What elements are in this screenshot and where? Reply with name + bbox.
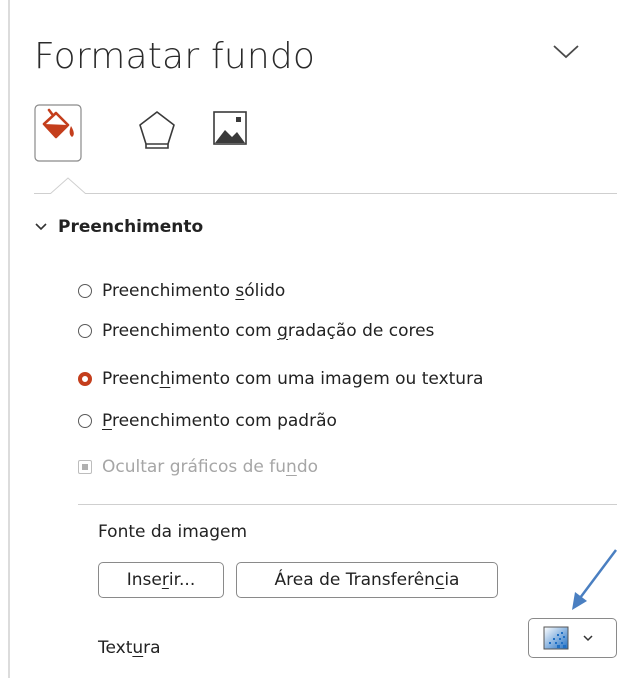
texture-swatch-icon	[543, 626, 569, 650]
section-fill-header[interactable]: Preenchimento	[34, 212, 203, 242]
tab-bar-divider	[34, 193, 617, 194]
panel-title: Formatar fundo	[34, 36, 316, 77]
texture-label: Textura	[98, 638, 161, 658]
chevron-down-icon	[553, 45, 579, 59]
clipboard-button[interactable]: Área de Transferên c ia	[236, 562, 498, 598]
option-label: Preenchimento com uma imagem ou textura	[102, 369, 484, 389]
option-label: Preenchimento com gradação de cores	[102, 321, 435, 341]
option-picture-texture-fill[interactable]: Preenchimento com uma imagem ou textura	[78, 364, 483, 394]
section-divider	[78, 504, 617, 505]
checkbox[interactable]	[78, 460, 92, 474]
image-source-label: Fonte da imagem	[98, 522, 247, 542]
panel-left-border	[8, 0, 10, 678]
option-label: Preenchimento com padrão	[102, 411, 337, 431]
option-label: Ocultar gráficos de fundo	[102, 457, 319, 477]
tab-picture[interactable]	[206, 104, 254, 162]
checkbox-indeterminate-mark	[82, 464, 88, 470]
insert-picture-button[interactable]: Inse r ir...	[98, 562, 224, 598]
radio-button[interactable]	[78, 324, 92, 338]
format-background-panel: Formatar fundo Preenchimento Preenchimen…	[0, 0, 617, 678]
collapse-panel-button[interactable]	[548, 40, 584, 64]
chevron-down-icon	[35, 223, 47, 231]
texture-dropdown[interactable]	[528, 618, 617, 658]
radio-button[interactable]	[78, 414, 92, 428]
annotation-arrow	[572, 549, 617, 610]
section-title: Preenchimento	[58, 217, 204, 237]
radio-button-selected[interactable]	[78, 372, 92, 386]
tab-fill[interactable]	[34, 104, 82, 162]
radio-button[interactable]	[78, 284, 92, 298]
picture-icon	[213, 111, 247, 145]
option-label: Preenchimento sólido	[102, 281, 286, 301]
option-hide-background-graphics[interactable]: Ocultar gráficos de fundo	[78, 452, 318, 482]
paint-bucket-icon	[34, 104, 82, 162]
option-solid-fill[interactable]: Preenchimento sólido	[78, 276, 285, 306]
option-pattern-fill[interactable]: Preenchimento com padrão	[78, 406, 337, 436]
tab-effects[interactable]	[133, 104, 181, 162]
option-gradient-fill[interactable]: Preenchimento com gradação de cores	[78, 316, 434, 346]
chevron-down-icon	[583, 635, 593, 642]
pentagon-icon	[139, 111, 175, 149]
selected-tab-pointer	[50, 177, 86, 195]
